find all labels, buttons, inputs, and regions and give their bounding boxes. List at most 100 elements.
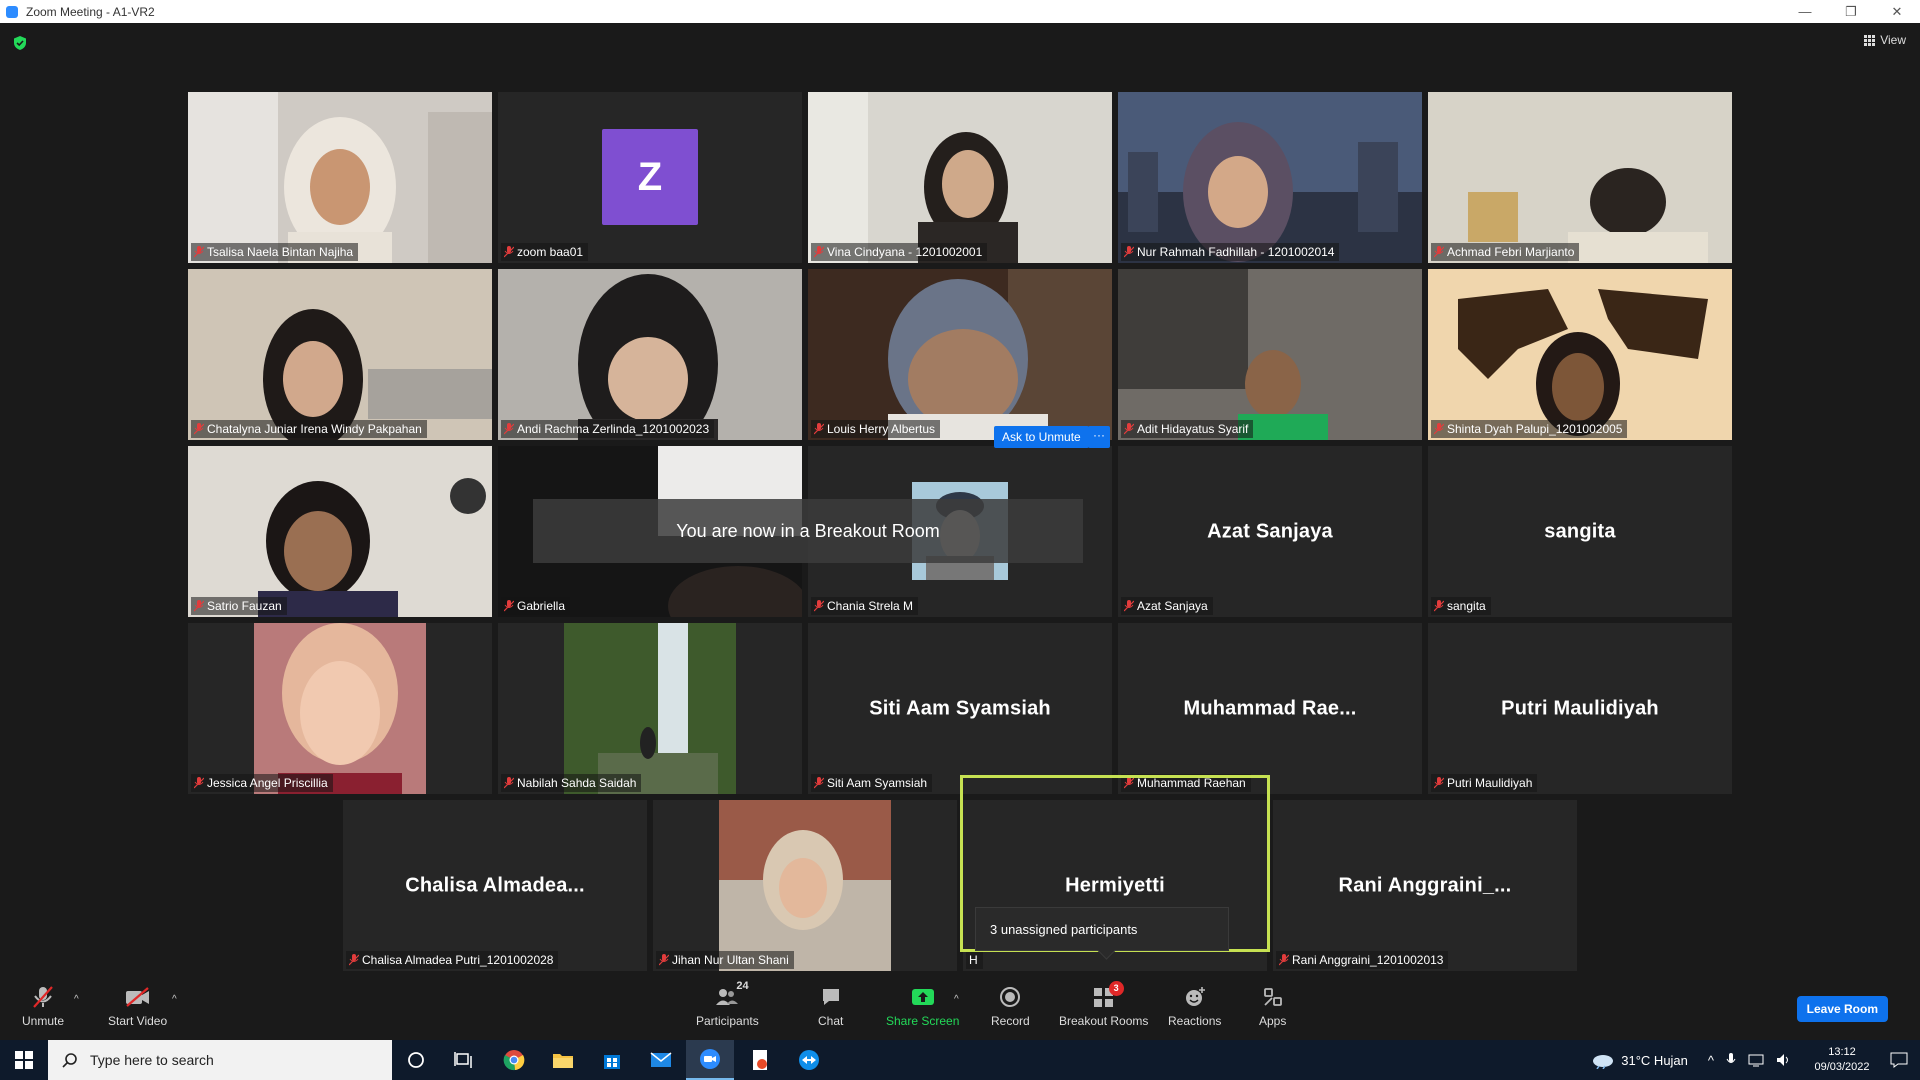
audio-options-caret-icon[interactable]: ^ <box>74 994 79 1005</box>
volume-icon[interactable] <box>1776 1053 1792 1067</box>
participant-label: Achmad Febri Marjianto <box>1431 243 1580 261</box>
participant-tile[interactable]: Rani Anggraini_... Rani Anggraini_120100… <box>1273 800 1577 971</box>
participant-display-name: Azat Sanjaya <box>1207 520 1333 542</box>
minimize-button[interactable]: — <box>1782 0 1828 23</box>
participant-tile[interactable]: Jihan Nur Ultan Shani <box>653 800 957 971</box>
cortana-button[interactable] <box>392 1040 440 1080</box>
more-options-button[interactable]: ··· <box>1088 426 1110 448</box>
weather-cloud-icon <box>1593 1055 1614 1069</box>
window-controls: — ❐ ✕ <box>1782 0 1920 23</box>
participant-tile[interactable]: Nabilah Sahda Saidah <box>498 623 802 794</box>
muted-mic-icon <box>1124 777 1134 789</box>
video-options-caret-icon[interactable]: ^ <box>172 994 177 1005</box>
breakout-badge: 3 <box>1108 981 1124 996</box>
security-shield-icon[interactable] <box>12 35 28 51</box>
unmute-button[interactable]: Unmute <box>22 984 64 1028</box>
participant-tile[interactable]: Tsalisa Naela Bintan Najiha <box>188 92 492 263</box>
windows-start-button[interactable] <box>0 1040 48 1080</box>
microphone-tray-icon[interactable] <box>1726 1052 1736 1068</box>
profile-picture <box>254 623 426 794</box>
participant-tile[interactable]: Andi Rachma Zerlinda_1201002023 <box>498 269 802 440</box>
teamviewer-taskbar-app[interactable] <box>785 1040 833 1080</box>
share-screen-label: Share Screen <box>886 1014 960 1028</box>
participant-tile[interactable]: Siti Aam Syamsiah Siti Aam Syamsiah <box>808 623 1112 794</box>
mail-taskbar-app[interactable] <box>637 1040 685 1080</box>
participant-tile[interactable]: Muhammad Rae... Muhammad Raehan <box>1118 623 1422 794</box>
unassigned-participants-tooltip[interactable]: 3 unassigned participants <box>975 907 1229 951</box>
participant-label: Vina Cindyana - 1201002001 <box>811 243 988 261</box>
teamviewer-icon <box>799 1050 819 1070</box>
muted-mic-icon <box>814 423 824 435</box>
taskbar-clock[interactable]: 13:12 09/03/2022 <box>1802 1045 1882 1075</box>
task-view-button[interactable] <box>440 1040 488 1080</box>
participant-tile[interactable]: sangita sangita <box>1428 446 1732 617</box>
video-feed <box>1428 269 1732 440</box>
muted-mic-icon <box>1434 423 1444 435</box>
participant-tile[interactable]: Chalisa Almadea... Chalisa Almadea Putri… <box>343 800 647 971</box>
participant-label: Chatalyna Juniar Irena Windy Pakpahan <box>191 420 427 438</box>
zoom-taskbar-app[interactable] <box>686 1040 734 1080</box>
network-icon[interactable] <box>1748 1053 1764 1067</box>
participant-tile[interactable]: Louis Herry Albertus <box>808 269 1112 440</box>
muted-mic-icon <box>1124 423 1134 435</box>
leave-room-button[interactable]: Leave Room <box>1796 996 1888 1022</box>
participant-tile[interactable]: Nur Rahmah Fadhillah - 1201002014 <box>1118 92 1422 263</box>
system-tray: 31°C Hujan ^ 13:12 09/03/2022 <box>1591 1040 1920 1080</box>
participant-label: Nur Rahmah Fadhillah - 1201002014 <box>1121 243 1340 261</box>
participants-button[interactable]: 24 Participants <box>696 980 759 1028</box>
folder-icon <box>553 1054 573 1068</box>
record-button[interactable]: Record <box>991 984 1030 1028</box>
view-button[interactable]: View <box>1864 33 1906 47</box>
participant-tile[interactable]: Achmad Febri Marjianto <box>1428 92 1732 263</box>
close-button[interactable]: ✕ <box>1874 0 1920 23</box>
participant-tile[interactable]: Satrio Fauzan <box>188 446 492 617</box>
breakout-rooms-label: Breakout Rooms <box>1059 1014 1149 1028</box>
muted-mic-icon <box>814 777 824 789</box>
apps-button[interactable]: Apps <box>1259 984 1286 1028</box>
tray-expand-icon[interactable]: ^ <box>1708 1053 1714 1068</box>
chrome-taskbar-app[interactable] <box>490 1040 538 1080</box>
document-taskbar-app[interactable] <box>736 1040 784 1080</box>
taskbar-search-box[interactable]: Type here to search <box>48 1040 392 1080</box>
ask-to-unmute-button[interactable]: Ask to Unmute <box>994 426 1089 448</box>
share-screen-icon <box>911 989 934 1005</box>
participant-display-name: Siti Aam Syamsiah <box>869 697 1051 719</box>
chat-button[interactable]: Chat <box>818 984 843 1028</box>
task-view-icon <box>454 1052 472 1068</box>
restore-button[interactable]: ❐ <box>1828 0 1874 23</box>
muted-mic-icon <box>194 777 204 789</box>
participant-tile[interactable]: Putri Maulidiyah Putri Maulidiyah <box>1428 623 1732 794</box>
participant-tile[interactable]: Z zoom baa01 <box>498 92 802 263</box>
chrome-icon <box>503 1050 525 1071</box>
search-placeholder: Type here to search <box>90 1052 214 1068</box>
participant-tile[interactable]: Adit Hidayatus Syarif <box>1118 269 1422 440</box>
chat-label: Chat <box>818 1014 844 1028</box>
participant-tile[interactable]: Jessica Angel Priscillia <box>188 623 492 794</box>
clock-time: 13:12 <box>1828 1046 1856 1058</box>
share-options-caret-icon[interactable]: ^ <box>954 994 959 1005</box>
window-titlebar: Zoom Meeting - A1-VR2 — ❐ ✕ <box>0 0 1920 23</box>
reactions-button[interactable]: Reactions <box>1168 984 1221 1028</box>
weather-text[interactable]: 31°C Hujan <box>1621 1053 1688 1068</box>
participant-display-name: Hermiyetti <box>1065 874 1165 896</box>
participant-tile[interactable]: Chatalyna Juniar Irena Windy Pakpahan <box>188 269 492 440</box>
participant-tile[interactable]: Vina Cindyana - 1201002001 <box>808 92 1112 263</box>
cortana-circle-icon <box>408 1052 424 1068</box>
file-explorer-taskbar-app[interactable] <box>539 1040 587 1080</box>
profile-picture <box>564 623 736 794</box>
record-label: Record <box>991 1014 1030 1028</box>
muted-mic-icon <box>1124 246 1134 258</box>
muted-mic-icon <box>504 600 514 612</box>
participant-tile[interactable]: Shinta Dyah Palupi_1201002005 <box>1428 269 1732 440</box>
windows-taskbar: Type here to search 31°C Hujan ^ 13:12 0… <box>0 1040 1920 1080</box>
share-screen-button[interactable]: Share Screen <box>886 984 959 1028</box>
store-taskbar-app[interactable] <box>588 1040 636 1080</box>
start-video-button[interactable]: Start Video <box>108 984 167 1028</box>
participant-label: Rani Anggraini_1201002013 <box>1276 951 1449 969</box>
muted-mic-icon <box>194 246 204 258</box>
notification-icon[interactable] <box>1890 1052 1908 1068</box>
breakout-rooms-button[interactable]: 3 Breakout Rooms <box>1059 981 1149 1028</box>
video-feed <box>1428 92 1732 263</box>
participant-display-name: sangita <box>1544 520 1616 542</box>
participant-tile[interactable]: Azat Sanjaya Azat Sanjaya <box>1118 446 1422 617</box>
